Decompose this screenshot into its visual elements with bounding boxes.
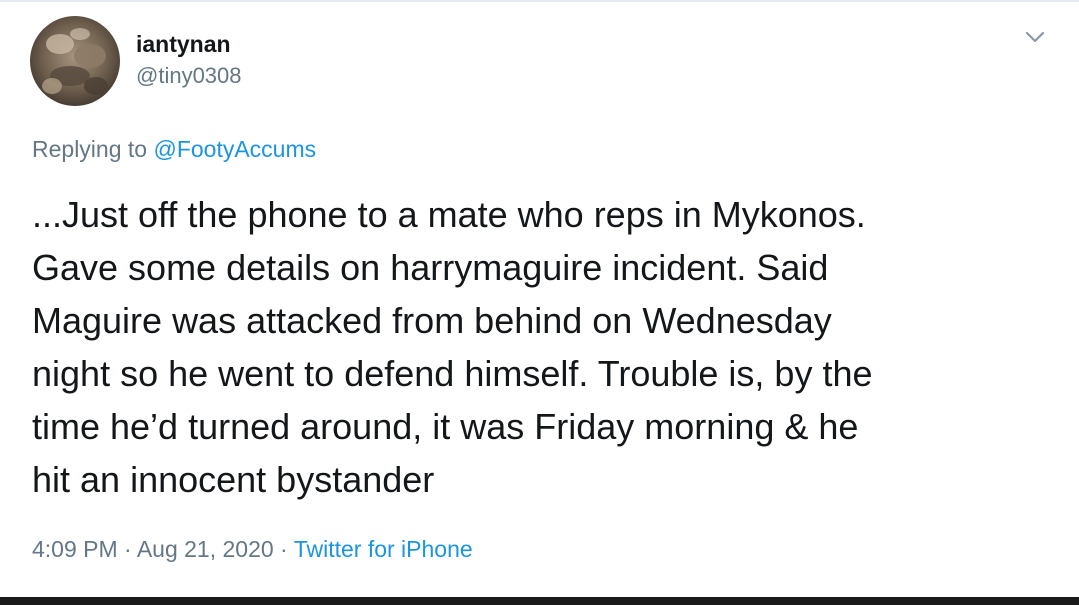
display-name[interactable]: iantynan — [136, 30, 231, 58]
tweet-card: iantynan @tiny0308 Replying to @FootyAcc… — [0, 0, 1079, 605]
tweet-text-line: ...Just off the phone to a mate who reps… — [32, 194, 866, 235]
tweet-text-line: Gave some details on harrymaguire incide… — [32, 247, 829, 288]
user-handle[interactable]: @tiny0308 — [136, 62, 242, 90]
bottom-border — [0, 597, 1079, 605]
tweet-source-link[interactable]: Twitter for iPhone — [294, 536, 473, 562]
meta-separator: · — [117, 536, 137, 562]
replying-to-label: Replying to — [32, 136, 154, 162]
tweet-text-line: night so he went to defend himself. Trou… — [32, 353, 873, 394]
replying-to: Replying to @FootyAccums — [32, 134, 316, 164]
top-divider — [0, 0, 1079, 2]
tweet-time[interactable]: 4:09 PM — [32, 536, 118, 562]
tweet-text-line: time he’d turned around, it was Friday m… — [32, 406, 859, 447]
tweet-text-line: Maguire was attacked from behind on Wedn… — [32, 300, 832, 341]
reply-mention-link[interactable]: @FootyAccums — [153, 136, 316, 162]
tweet-date[interactable]: Aug 21, 2020 — [137, 536, 274, 562]
tweet-meta: 4:09 PM · Aug 21, 2020 · Twitter for iPh… — [32, 533, 473, 565]
avatar[interactable] — [30, 16, 120, 106]
meta-separator: · — [273, 536, 294, 562]
chevron-down-icon[interactable] — [1022, 26, 1048, 48]
avatar-image — [30, 16, 120, 106]
tweet-text-line: hit an innocent bystander — [32, 459, 435, 500]
tweet-text: ...Just off the phone to a mate who reps… — [32, 188, 1052, 506]
